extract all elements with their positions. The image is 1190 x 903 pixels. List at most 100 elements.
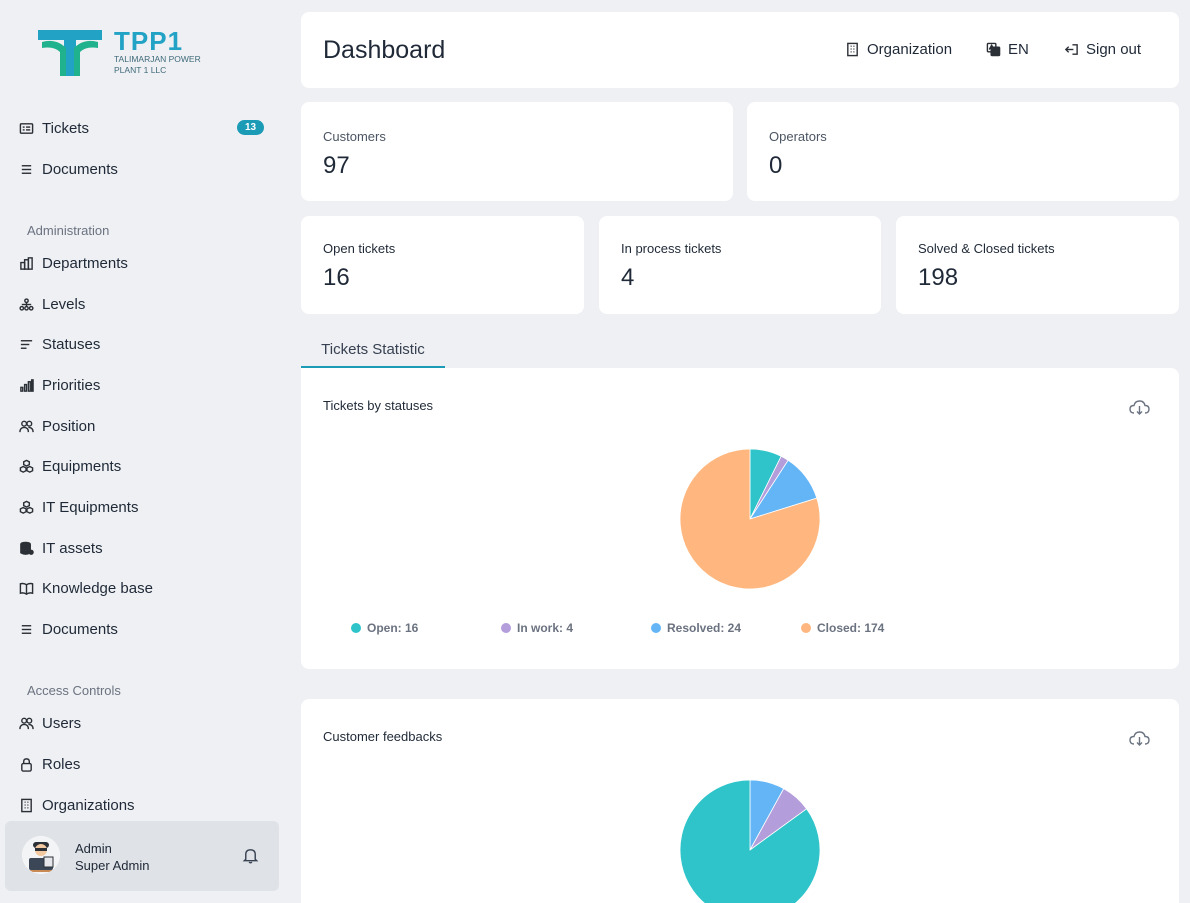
sidebar-item-label: Equipments bbox=[42, 457, 122, 475]
sidebar-item-label: Organizations bbox=[42, 796, 135, 814]
tpp-logo-mark bbox=[38, 30, 102, 76]
legend-dot bbox=[351, 623, 361, 633]
stat-label: Solved & Closed tickets bbox=[918, 241, 1055, 256]
office-icon bbox=[18, 797, 34, 813]
book-icon bbox=[18, 580, 34, 596]
sidebar-item-departments[interactable]: Departments bbox=[18, 248, 268, 278]
sidebar-item-it-equipments[interactable]: IT Equipments bbox=[18, 492, 268, 522]
sidebar-item-label: Departments bbox=[42, 254, 128, 272]
filter-lines-icon bbox=[18, 336, 34, 352]
sidebar-item-users[interactable]: Users bbox=[18, 708, 268, 738]
lock-icon bbox=[18, 756, 34, 772]
stat-label: In process tickets bbox=[621, 241, 722, 256]
bars-icon bbox=[18, 377, 34, 393]
building-icon bbox=[18, 255, 34, 271]
cloud-download-icon[interactable] bbox=[1129, 399, 1151, 417]
profile-name: Admin bbox=[75, 841, 112, 856]
chart-title: Customer feedbacks bbox=[323, 729, 443, 744]
legend-dot bbox=[801, 623, 811, 633]
organization-label: Organization bbox=[867, 41, 953, 58]
sidebar-item-it-assets[interactable]: IT assets bbox=[18, 533, 268, 563]
sidebar-item-label: IT Equipments bbox=[42, 498, 139, 516]
ticket-icon bbox=[18, 120, 34, 136]
sidebar-item-roles[interactable]: Roles bbox=[18, 749, 268, 779]
stat-card-solved-closed-tickets: Solved & Closed tickets 198 bbox=[896, 216, 1179, 314]
sidebar-item-levels[interactable]: Levels bbox=[18, 289, 268, 319]
stat-value: 0 bbox=[769, 152, 783, 179]
section-title-administration: Administration bbox=[27, 223, 110, 238]
hierarchy-icon bbox=[18, 296, 34, 312]
sidebar: TPP1 TALIMARJAN POWER PLANT 1 LLC Ticket… bbox=[0, 0, 287, 903]
sidebar-item-priorities[interactable]: Priorities bbox=[18, 370, 268, 400]
sidebar-item-knowledge-base[interactable]: Knowledge base bbox=[18, 573, 268, 603]
sidebar-item-documents-admin[interactable]: Documents bbox=[18, 614, 268, 644]
sign-out-button[interactable]: Sign out bbox=[1064, 41, 1141, 58]
sidebar-item-label: Priorities bbox=[42, 376, 101, 394]
organization-button[interactable]: Organization bbox=[845, 41, 952, 58]
legend-label: Closed: 174 bbox=[817, 621, 885, 635]
brand-subtitle: TALIMARJAN POWER PLANT 1 LLC bbox=[114, 54, 201, 75]
legend-dot bbox=[501, 623, 511, 633]
sidebar-item-label: Roles bbox=[42, 755, 81, 773]
page-title: Dashboard bbox=[323, 36, 446, 64]
stat-value: 97 bbox=[323, 152, 350, 179]
legend-dot bbox=[651, 623, 661, 633]
list-icon bbox=[18, 161, 34, 177]
bell-icon[interactable] bbox=[242, 847, 260, 865]
profile-role: Super Admin bbox=[75, 858, 150, 873]
stat-card-operators: Operators 0 bbox=[747, 102, 1179, 201]
sign-out-label: Sign out bbox=[1086, 41, 1142, 58]
sidebar-item-label: Statuses bbox=[42, 335, 101, 353]
chart-title: Tickets by statuses bbox=[323, 398, 434, 413]
sidebar-item-equipments[interactable]: Equipments bbox=[18, 451, 268, 481]
pie-chart-customer-feedbacks bbox=[679, 779, 821, 903]
brand-name: TPP1 bbox=[114, 26, 184, 56]
sidebar-item-organizations[interactable]: Organizations bbox=[18, 790, 268, 820]
sidebar-item-label: Tickets bbox=[42, 119, 89, 137]
stat-label: Operators bbox=[769, 129, 827, 144]
tickets-count-badge: 13 bbox=[237, 120, 264, 135]
users-icon bbox=[18, 715, 34, 731]
stat-value: 4 bbox=[621, 264, 635, 291]
sidebar-item-documents[interactable]: Documents bbox=[18, 154, 268, 184]
cloud-download-icon[interactable] bbox=[1129, 730, 1151, 748]
sign-out-icon bbox=[1064, 44, 1078, 55]
brand-logo[interactable]: TPP1 TALIMARJAN POWER PLANT 1 LLC bbox=[36, 26, 216, 80]
legend-item-open[interactable]: Open: 16 bbox=[351, 621, 418, 635]
language-button[interactable]: EN bbox=[986, 41, 1029, 58]
users-icon bbox=[18, 418, 34, 434]
sidebar-item-statuses[interactable]: Statuses bbox=[18, 329, 268, 359]
stat-label: Open tickets bbox=[323, 241, 396, 256]
stat-card-customers: Customers 97 bbox=[301, 102, 733, 201]
legend-item-resolved[interactable]: Resolved: 24 bbox=[651, 621, 741, 635]
boxes-icon bbox=[18, 499, 34, 515]
tab-tickets-statistic[interactable]: Tickets Statistic bbox=[301, 332, 445, 368]
database-icon bbox=[18, 540, 34, 556]
sidebar-item-tickets[interactable]: Tickets 13 bbox=[18, 113, 268, 143]
sidebar-item-label: Documents bbox=[42, 620, 118, 638]
sidebar-item-label: Documents bbox=[42, 160, 118, 178]
sidebar-item-label: Levels bbox=[42, 295, 86, 313]
pie-chart-tickets-by-statuses bbox=[679, 448, 821, 590]
stat-card-open-tickets: Open tickets 16 bbox=[301, 216, 584, 314]
sidebar-item-label: Knowledge base bbox=[42, 579, 153, 597]
translate-icon bbox=[986, 42, 1001, 57]
legend-item-in-work[interactable]: In work: 4 bbox=[501, 621, 573, 635]
office-icon bbox=[847, 42, 858, 57]
user-profile-panel[interactable]: Admin Super Admin bbox=[5, 821, 279, 891]
avatar bbox=[22, 836, 60, 874]
section-title-access-controls: Access Controls bbox=[27, 683, 121, 698]
legend-label: Resolved: 24 bbox=[667, 621, 742, 635]
list-icon bbox=[18, 621, 34, 637]
stat-card-in-process-tickets: In process tickets 4 bbox=[599, 216, 881, 314]
chart-card-customer-feedbacks: Customer feedbacks bbox=[301, 699, 1179, 903]
sidebar-item-position[interactable]: Position bbox=[18, 411, 268, 441]
legend-label: In work: 4 bbox=[517, 621, 574, 635]
pie-slice-teal[interactable] bbox=[679, 779, 821, 903]
stat-value: 16 bbox=[323, 264, 350, 291]
legend-item-closed[interactable]: Closed: 174 bbox=[801, 621, 884, 635]
sidebar-item-label: Position bbox=[42, 417, 96, 435]
legend-label: Open: 16 bbox=[367, 621, 419, 635]
header-bar: Dashboard Organization EN Sign out bbox=[301, 12, 1179, 88]
sidebar-item-label: Users bbox=[42, 714, 82, 732]
